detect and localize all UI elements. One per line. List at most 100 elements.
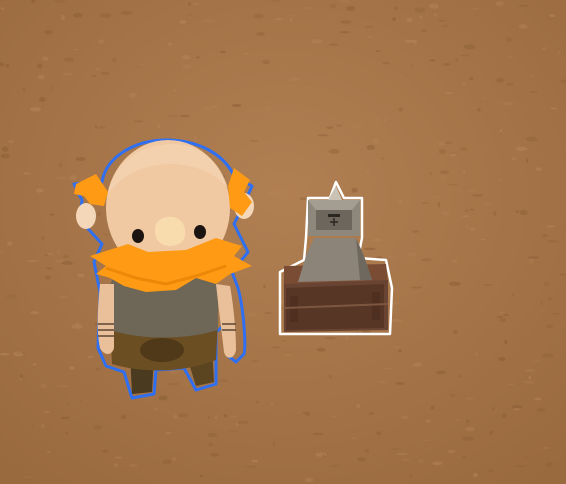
- ground-speck: [502, 413, 507, 419]
- ground-speck: [422, 202, 428, 204]
- ground-speck: [256, 32, 265, 36]
- stone-anvil-on-crate[interactable]: [272, 178, 398, 340]
- ground-speck: [96, 68, 100, 71]
- ground-speck: [332, 415, 338, 417]
- ground-speck: [22, 172, 31, 175]
- ground-speck: [178, 413, 188, 418]
- ground-speck: [32, 363, 37, 366]
- ground-speck: [351, 123, 363, 129]
- ground-speck: [167, 42, 173, 47]
- ground-speck: [483, 202, 494, 205]
- ground-speck: [482, 97, 487, 99]
- ground-speck: [263, 170, 267, 173]
- ground-speck: [455, 57, 459, 63]
- ground-speck: [282, 354, 294, 356]
- ground-speck: [413, 40, 417, 45]
- ground-speck: [37, 63, 43, 69]
- ground-speck: [410, 64, 413, 67]
- ground-speck: [132, 120, 144, 123]
- ground-speck: [453, 329, 458, 334]
- ground-speck: [392, 17, 396, 22]
- ground-speck: [446, 184, 459, 186]
- ground-speck: [58, 163, 63, 168]
- ground-speck: [398, 349, 402, 353]
- ground-speck: [35, 188, 44, 193]
- ground-speck: [375, 50, 380, 52]
- ground-speck: [507, 383, 515, 386]
- ground-speck: [42, 56, 49, 61]
- ground-speck: [44, 275, 52, 280]
- ground-speck: [263, 284, 266, 289]
- ground-speck: [504, 339, 508, 345]
- ground-speck: [449, 281, 461, 286]
- ground-speck: [0, 153, 10, 159]
- ground-speck: [60, 15, 65, 20]
- ground-speck: [138, 63, 147, 65]
- ground-speck: [73, 12, 83, 18]
- ground-speck: [487, 468, 495, 473]
- ground-speck: [264, 312, 272, 314]
- ground-speck: [413, 362, 423, 367]
- ground-speck: [462, 436, 475, 441]
- ground-speck: [523, 381, 535, 384]
- ground-speck: [61, 72, 74, 76]
- ground-speck: [365, 35, 375, 39]
- ground-speck: [543, 281, 550, 286]
- ground-speck: [210, 106, 220, 108]
- ground-speck: [326, 126, 334, 129]
- ground-speck: [528, 375, 532, 380]
- ground-speck: [282, 340, 287, 342]
- ground-speck: [1, 146, 9, 152]
- ground-speck: [157, 124, 161, 128]
- ground-speck: [545, 462, 554, 467]
- ground-speck: [473, 472, 478, 478]
- ground-speck: [513, 465, 525, 468]
- ground-speck: [449, 393, 456, 398]
- ground-speck: [98, 39, 105, 44]
- ground-speck: [477, 108, 481, 112]
- ground-speck: [99, 13, 112, 18]
- game-viewport[interactable]: [0, 0, 566, 484]
- ground-speck: [173, 414, 178, 419]
- ground-speck: [57, 249, 60, 255]
- ground-speck: [181, 55, 191, 60]
- ground-speck: [557, 50, 561, 55]
- ground-speck: [23, 476, 33, 478]
- ground-speck: [114, 463, 118, 468]
- ground-speck: [5, 63, 10, 68]
- ground-speck: [223, 414, 228, 418]
- ground-speck: [0, 250, 3, 254]
- ground-speck: [406, 17, 413, 23]
- dwarf-character[interactable]: [66, 134, 262, 404]
- ground-speck: [376, 431, 382, 436]
- ground-speck: [303, 6, 313, 10]
- ground-speck: [114, 456, 123, 459]
- ground-speck: [207, 432, 218, 438]
- ground-speck: [529, 258, 534, 264]
- ground-speck: [290, 17, 293, 23]
- ground-speck: [445, 91, 454, 95]
- ground-speck: [464, 209, 469, 212]
- ground-speck: [384, 118, 387, 123]
- ground-speck: [441, 25, 449, 28]
- ground-speck: [469, 76, 474, 81]
- ground-speck: [497, 315, 503, 319]
- ground-speck: [340, 20, 352, 24]
- ground-speck: [541, 47, 547, 51]
- dwarf-left-ear: [76, 203, 96, 229]
- ground-speck: [465, 224, 468, 229]
- ground-speck: [464, 397, 475, 400]
- ground-speck: [475, 352, 478, 357]
- ground-speck: [186, 14, 193, 16]
- ground-speck: [199, 474, 204, 478]
- ground-speck: [7, 241, 13, 246]
- ground-speck: [489, 430, 493, 436]
- ground-speck: [499, 311, 505, 314]
- ground-speck: [48, 410, 55, 414]
- ground-speck: [22, 87, 26, 91]
- ground-speck: [0, 7, 5, 10]
- ground-speck: [31, 0, 36, 4]
- ground-speck: [534, 397, 542, 401]
- ground-speck: [463, 170, 466, 174]
- ground-speck: [511, 156, 516, 161]
